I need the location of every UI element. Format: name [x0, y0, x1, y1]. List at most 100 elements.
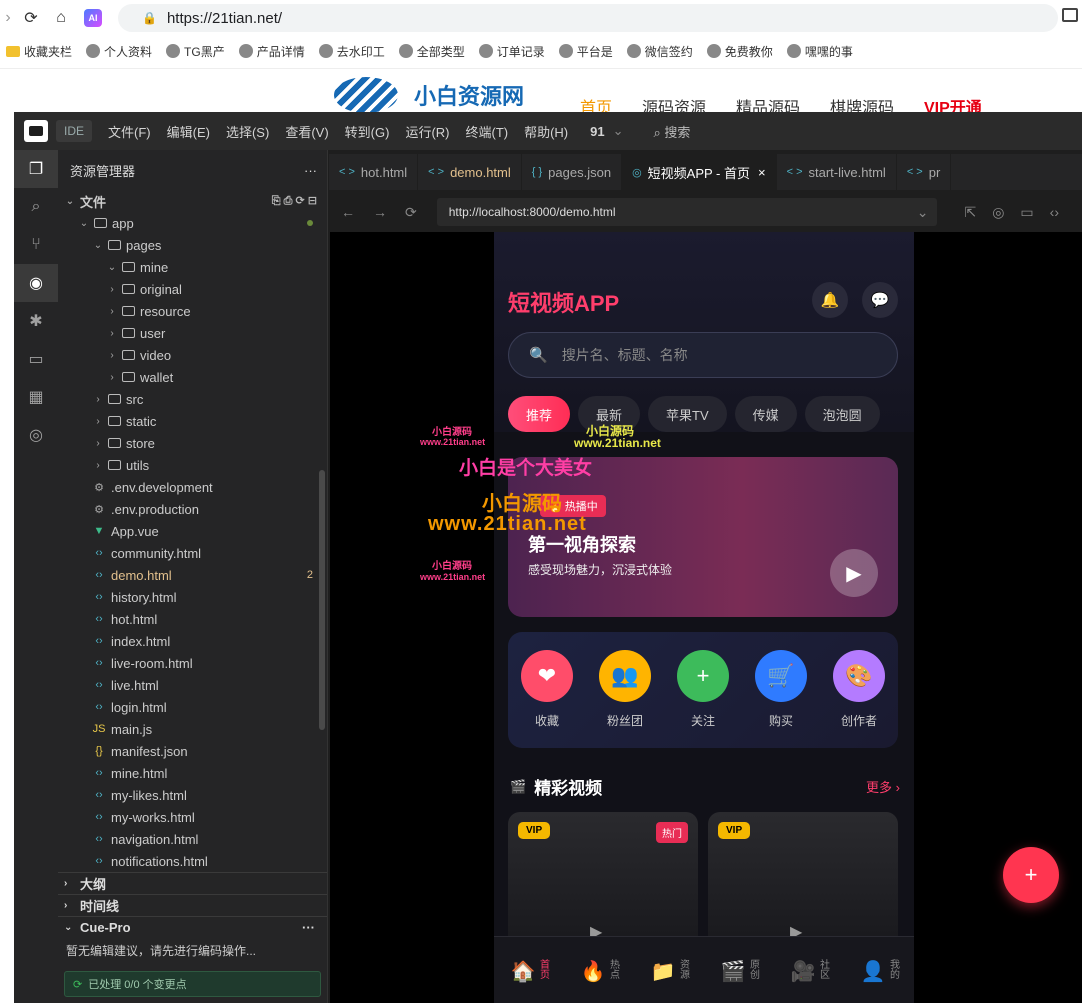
bell-icon[interactable]: 🔔	[812, 282, 848, 318]
home-icon[interactable]: ⌂	[46, 3, 76, 33]
forward-icon[interactable]: ›	[0, 3, 16, 33]
close-icon[interactable]: ×	[758, 165, 766, 180]
bookmark-item[interactable]: 订单记录	[478, 43, 545, 60]
tree-item[interactable]: ‹› live.html	[58, 674, 327, 696]
editor-tab[interactable]: < > hot.html	[329, 154, 419, 190]
tree-item[interactable]: › wallet	[58, 366, 327, 388]
tree-item[interactable]: ‹› live-room.html	[58, 652, 327, 674]
tree-item[interactable]: › store	[58, 432, 327, 454]
command-search[interactable]: ⌕ 搜索	[654, 122, 691, 141]
back-icon[interactable]: ←	[341, 204, 355, 220]
reload-icon[interactable]: ⟳	[405, 204, 417, 221]
menu-edit[interactable]: 编辑(E)	[167, 122, 210, 141]
bottom-nav-item[interactable]: 👤 我的	[861, 959, 899, 1003]
bookmark-item[interactable]: 产品详情	[238, 43, 305, 60]
explorer-icon[interactable]: ❐	[14, 150, 58, 188]
extensions-icon[interactable]: ▦	[14, 378, 58, 416]
tree-item[interactable]: ‹› history.html	[58, 586, 327, 608]
tree-item[interactable]: ‹› index.html	[58, 630, 327, 652]
tree-item[interactable]: › original	[58, 278, 327, 300]
preview-icon[interactable]: ◉	[14, 264, 58, 302]
menu-file[interactable]: 文件(F)	[108, 122, 151, 141]
editor-tab[interactable]: < > start-live.html	[777, 154, 897, 190]
panel-outline[interactable]: › 大纲	[58, 872, 327, 894]
bookmark-item[interactable]: 去水印工	[318, 43, 385, 60]
message-icon[interactable]: 💬	[862, 282, 898, 318]
chevron-down-icon[interactable]: ⌄	[917, 204, 929, 221]
menu-help[interactable]: 帮助(H)	[524, 122, 568, 141]
file-actions-icon[interactable]: ⎘ ⎙ ⟳ ⊟	[272, 194, 317, 208]
device-icon[interactable]: ▭	[14, 340, 58, 378]
quick-action[interactable]: 👥 粉丝团	[592, 650, 658, 748]
bookmark-item[interactable]: 平台是	[558, 43, 613, 60]
code-icon[interactable]: ‹›	[1050, 204, 1059, 220]
editor-tab[interactable]: ◎ 短视频APP - 首页 ×	[622, 154, 777, 190]
video-card[interactable]: VIP ▶	[708, 812, 898, 952]
reload-icon[interactable]: ⟳	[16, 3, 46, 33]
forward-icon[interactable]: →	[373, 204, 387, 220]
tree-item[interactable]: ‹› community.html	[58, 542, 327, 564]
tree-item[interactable]: ⌄ mine	[58, 256, 327, 278]
tree-item[interactable]: ▼ App.vue	[58, 520, 327, 542]
tree-item[interactable]: {} manifest.json	[58, 740, 327, 762]
quick-action[interactable]: 🛒 购买	[748, 650, 814, 748]
address-bar[interactable]: 🔒 https://21tian.net/	[118, 4, 1058, 32]
menu-run[interactable]: 运行(R)	[405, 122, 449, 141]
tree-item[interactable]: JS main.js	[58, 718, 327, 740]
bookmark-item[interactable]: 嘿嘿的事	[786, 43, 853, 60]
tree-item[interactable]: ‹› mine.html	[58, 762, 327, 784]
tree-item[interactable]: › src	[58, 388, 327, 410]
debug-icon[interactable]: ✱	[14, 302, 58, 340]
tree-item[interactable]: ‹› login.html	[58, 696, 327, 718]
bottom-nav-item[interactable]: 🔥 热点	[581, 959, 619, 1003]
video-card[interactable]: VIP 热门 ▶	[508, 812, 698, 952]
bookmark-item[interactable]: 个人资料	[86, 43, 152, 60]
workspace-number[interactable]: 91	[590, 124, 604, 139]
bookmark-item[interactable]: 免费教你	[706, 43, 773, 60]
tree-item[interactable]: ⚙ .env.development	[58, 476, 327, 498]
screenshot-icon[interactable]	[1062, 8, 1078, 22]
bookmark-item[interactable]: 收藏夹栏	[6, 43, 72, 60]
tree-item[interactable]: ⌄ pages	[58, 234, 327, 256]
tree-item[interactable]: ‹› hot.html	[58, 608, 327, 630]
menu-terminal[interactable]: 终端(T)	[465, 122, 508, 141]
search-files-icon[interactable]: ⌕	[14, 188, 58, 226]
bottom-nav-item[interactable]: 🏠 首页	[511, 959, 549, 1003]
tree-item[interactable]: ‹› demo.html 2	[58, 564, 327, 586]
tree-item[interactable]: ⌄ app	[58, 212, 327, 234]
editor-tab[interactable]: < > pr	[897, 154, 952, 190]
panel-cue-pro[interactable]: ⌄ Cue-Pro ···	[58, 916, 327, 938]
source-control-icon[interactable]: ⑂	[14, 226, 58, 264]
play-icon[interactable]: ▶	[830, 549, 878, 597]
category-tab[interactable]: 泡泡圆	[804, 396, 880, 432]
quick-action[interactable]: + 关注	[670, 650, 736, 748]
plugin-icon[interactable]: ◎	[14, 416, 58, 454]
tree-item[interactable]: › user	[58, 322, 327, 344]
target-icon[interactable]: ◎	[992, 204, 1004, 221]
category-tab[interactable]: 传媒	[734, 396, 797, 432]
more-link[interactable]: 更多 ›	[866, 777, 900, 796]
bottom-nav-item[interactable]: 🎥 社区	[791, 959, 829, 1003]
tree-item[interactable]: › resource	[58, 300, 327, 322]
quick-action[interactable]: ❤ 收藏	[514, 650, 580, 748]
tree-item[interactable]: ‹› notifications.html	[58, 850, 327, 872]
more-icon[interactable]: ···	[304, 163, 317, 178]
preview-url-field[interactable]: http://localhost:8000/demo.html	[436, 198, 937, 226]
sidebar-scrollbar[interactable]	[319, 470, 325, 730]
editor-tab[interactable]: < > demo.html	[418, 154, 522, 190]
bookmark-item[interactable]: 微信签约	[626, 43, 693, 60]
tree-item[interactable]: ‹› my-likes.html	[58, 784, 327, 806]
menu-view[interactable]: 查看(V)	[285, 122, 328, 141]
ai-icon[interactable]: AI	[84, 9, 102, 27]
quick-action[interactable]: 🎨 创作者	[826, 650, 892, 748]
category-tab[interactable]: 苹果TV	[648, 396, 727, 432]
tree-item[interactable]: ⚙ .env.production	[58, 498, 327, 520]
bookmark-item[interactable]: TG黑产	[166, 43, 225, 60]
menu-goto[interactable]: 转到(G)	[345, 122, 390, 141]
panel-timeline[interactable]: › 时间线	[58, 894, 327, 916]
device-icon[interactable]: ▭	[1020, 204, 1033, 221]
tree-item[interactable]: ‹› navigation.html	[58, 828, 327, 850]
chevron-down-icon[interactable]: ⌄	[613, 123, 624, 139]
menu-select[interactable]: 选择(S)	[226, 122, 269, 141]
add-fab-button[interactable]: +	[1003, 847, 1059, 903]
